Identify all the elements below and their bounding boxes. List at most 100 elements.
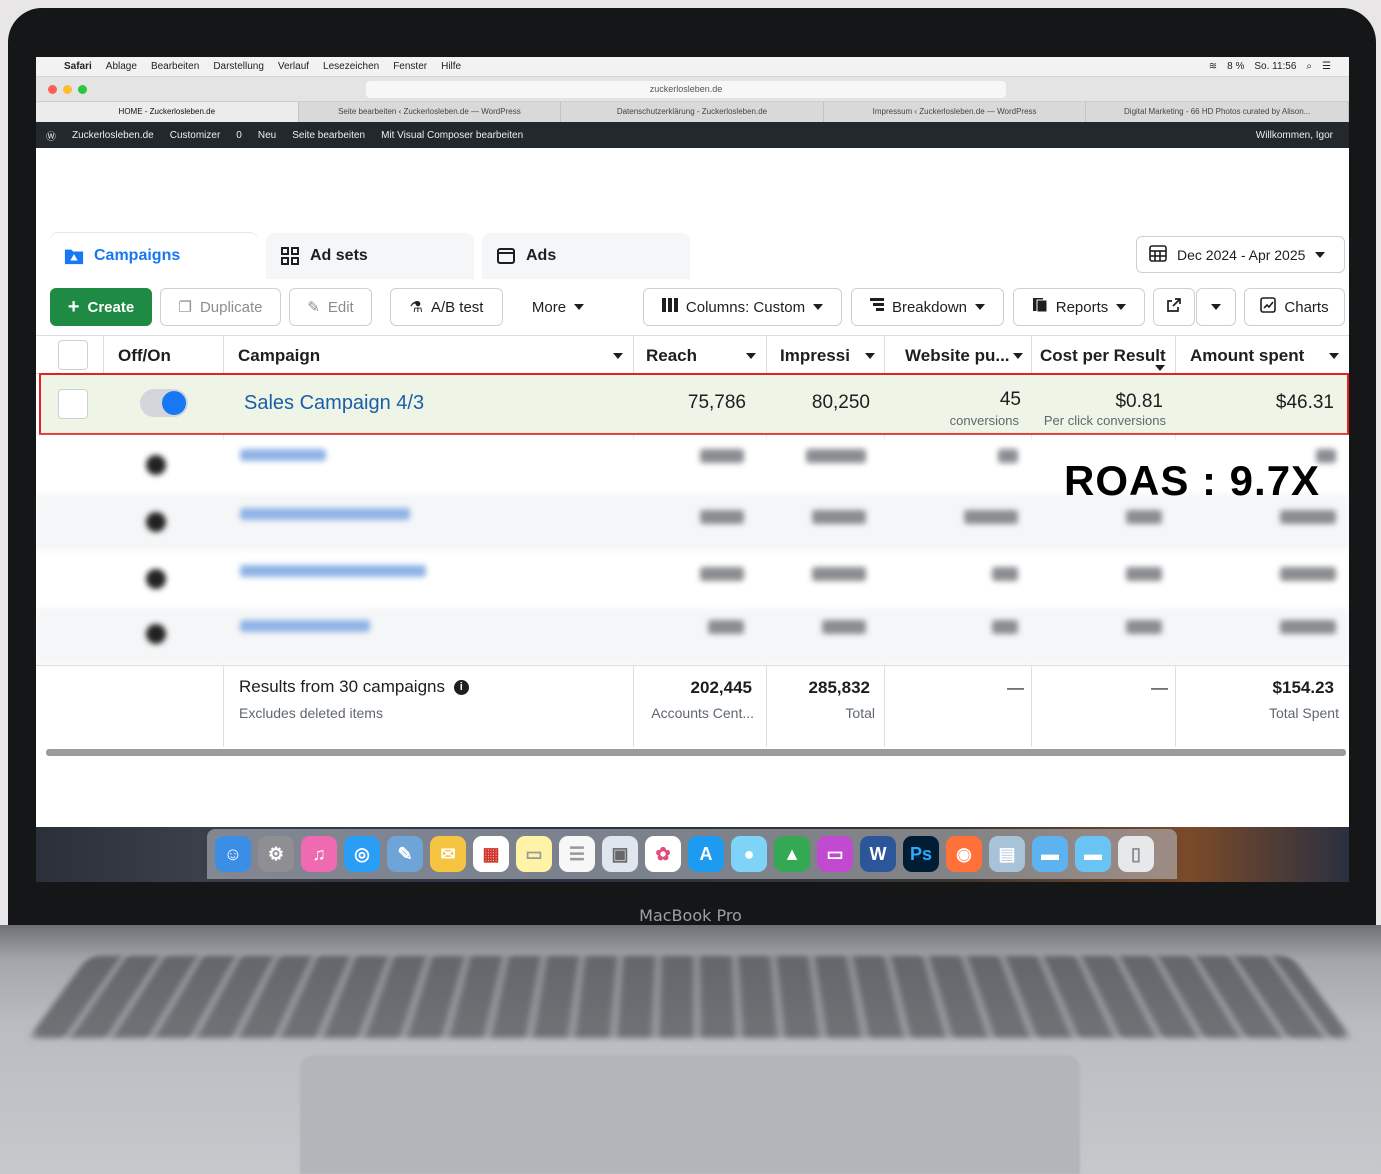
ab-test-button[interactable]: ⚗ A/B test (390, 288, 503, 326)
photoshop-icon[interactable]: Ps (903, 836, 939, 872)
breakdown-button[interactable]: Breakdown (851, 288, 1004, 326)
wp-welcome-user[interactable]: Willkommen, Igor (1256, 130, 1349, 141)
menu-hilfe[interactable]: Hilfe (441, 61, 461, 72)
safari-icon[interactable]: ◎ (344, 836, 380, 872)
value-blurred (1280, 510, 1336, 524)
app-store-icon[interactable]: A (688, 836, 724, 872)
plus-icon: + (68, 296, 80, 319)
firefox-icon[interactable]: ◉ (946, 836, 982, 872)
window-controls (48, 85, 87, 94)
value-blurred (700, 510, 744, 524)
columns-label: Columns: Custom (686, 299, 805, 316)
folder-icon[interactable]: ▬ (1032, 836, 1068, 872)
wp-comments-count[interactable]: 0 (236, 130, 242, 141)
toggle-blurred (146, 512, 166, 532)
browser-tab-digital-marketing[interactable]: Digital Marketing - 66 HD Photos curated… (1086, 102, 1349, 122)
clock[interactable]: So. 11:56 (1254, 61, 1296, 72)
export-button[interactable] (1153, 288, 1195, 326)
google-drive-icon[interactable]: ▲ (774, 836, 810, 872)
itunes-icon[interactable]: ♫ (301, 836, 337, 872)
export-options-button[interactable] (1196, 288, 1236, 326)
value-blurred (1280, 620, 1336, 634)
trash-icon[interactable]: ▯ (1118, 836, 1154, 872)
reminders-icon[interactable]: ☰ (559, 836, 595, 872)
menu-bearbeiten[interactable]: Bearbeiten (151, 61, 199, 72)
duplicate-button[interactable]: ❐ Duplicate (160, 288, 281, 326)
notification-center-icon[interactable]: ☰ (1322, 61, 1331, 72)
minimize-window-button[interactable] (63, 85, 72, 94)
photos-icon[interactable]: ✿ (645, 836, 681, 872)
wordpress-logo-icon[interactable]: Ⓦ (46, 128, 56, 143)
menu-fenster[interactable]: Fenster (393, 61, 427, 72)
wp-edit-page-link[interactable]: Seite bearbeiten (292, 130, 365, 141)
header-reach[interactable]: Reach (646, 338, 756, 374)
messages-icon[interactable]: ● (731, 836, 767, 872)
browser-tab-imprint[interactable]: Impressum ‹ Zuckerlosleben.de — WordPres… (824, 102, 1087, 122)
system-preferences-icon[interactable]: ⚙ (258, 836, 294, 872)
finder-icon[interactable]: ☺ (215, 836, 251, 872)
summary-reach-sub: Accounts Cent... (636, 705, 754, 721)
row-website-sub: conversions (896, 413, 1019, 428)
maximize-window-button[interactable] (78, 85, 87, 94)
tab-ad-sets[interactable]: Ad sets (266, 233, 474, 279)
photos-browser-icon[interactable]: ▣ (602, 836, 638, 872)
info-icon[interactable]: i (454, 680, 469, 695)
create-button[interactable]: + Create (50, 288, 152, 326)
campaign-name-link[interactable]: Sales Campaign 4/3 (244, 392, 424, 415)
edit-button[interactable]: ✎ Edit (289, 288, 372, 326)
preview-icon[interactable]: ✎ (387, 836, 423, 872)
horizontal-scrollbar[interactable] (46, 749, 1346, 756)
columns-button[interactable]: Columns: Custom (643, 288, 842, 326)
header-offon[interactable]: Off/On (118, 338, 218, 374)
ad-sets-grid-icon (280, 246, 300, 266)
tab-campaigns[interactable]: Campaigns (50, 233, 258, 279)
calendar-icon[interactable]: ▦ (473, 836, 509, 872)
wordpress-admin-bar: Ⓦ Zuckerlosleben.de Customizer 0 Neu Sei… (36, 122, 1349, 148)
menu-darstellung[interactable]: Darstellung (213, 61, 264, 72)
wp-visual-composer-link[interactable]: Mit Visual Composer bearbeiten (381, 130, 523, 141)
wp-site-link[interactable]: Zuckerlosleben.de (72, 130, 154, 141)
browser-tab-home[interactable]: HOME - Zuckerlosleben.de (36, 102, 299, 122)
columns-icon (662, 298, 678, 316)
header-website-purchases[interactable]: Website pu... (905, 338, 1023, 374)
header-amount-spent[interactable]: Amount spent (1190, 338, 1339, 374)
header-campaign[interactable]: Campaign (238, 338, 623, 374)
summary-website: — (936, 678, 1024, 698)
imac-icon[interactable]: ▭ (817, 836, 853, 872)
word-icon[interactable]: W (860, 836, 896, 872)
tab-ads[interactable]: Ads (482, 233, 690, 279)
date-range-picker[interactable]: Dec 2024 - Apr 2025 (1136, 236, 1345, 273)
stickies-icon[interactable]: ▭ (516, 836, 552, 872)
wp-new-link[interactable]: Neu (258, 130, 276, 141)
row-checkbox[interactable] (58, 389, 88, 419)
duplicate-icon: ❐ (179, 298, 192, 316)
header-impressions[interactable]: Impressi (780, 338, 875, 374)
address-bar[interactable]: zuckerlosleben.de (366, 81, 1006, 98)
notes-icon[interactable]: ✉ (430, 836, 466, 872)
campaign-toggle[interactable] (140, 389, 188, 417)
row-reach: 75,786 (646, 392, 746, 414)
charts-button[interactable]: Charts (1244, 288, 1345, 326)
summary-reach: 202,445 (646, 678, 752, 698)
close-window-button[interactable] (48, 85, 57, 94)
menu-lesezeichen[interactable]: Lesezeichen (323, 61, 379, 72)
header-cost-per-result[interactable]: Cost per Result (1040, 338, 1170, 374)
downloads-folder-icon[interactable]: ▬ (1075, 836, 1111, 872)
header-reach-label: Reach (646, 346, 697, 366)
browser-tab-edit-page[interactable]: Seite bearbeiten ‹ Zuckerlosleben.de — W… (299, 102, 562, 122)
campaigns-folder-icon (64, 246, 84, 266)
wp-customizer-link[interactable]: Customizer (170, 130, 221, 141)
menu-ablage[interactable]: Ablage (106, 61, 137, 72)
image-viewer-icon[interactable]: ▤ (989, 836, 1025, 872)
reports-button[interactable]: Reports (1013, 288, 1145, 326)
menu-safari[interactable]: Safari (64, 61, 92, 72)
select-all-checkbox[interactable] (58, 340, 88, 370)
browser-tab-privacy[interactable]: Datenschutzerklärung - Zuckerlosleben.de (561, 102, 824, 122)
wifi-icon[interactable]: ≋ (1209, 61, 1217, 72)
sort-icon (865, 353, 875, 359)
battery-status[interactable]: 8 % (1227, 61, 1244, 72)
more-button[interactable]: More (512, 288, 604, 326)
spotlight-icon[interactable]: ⌕ (1306, 61, 1312, 72)
menu-verlauf[interactable]: Verlauf (278, 61, 309, 72)
summary-impressions: 285,832 (776, 678, 870, 698)
